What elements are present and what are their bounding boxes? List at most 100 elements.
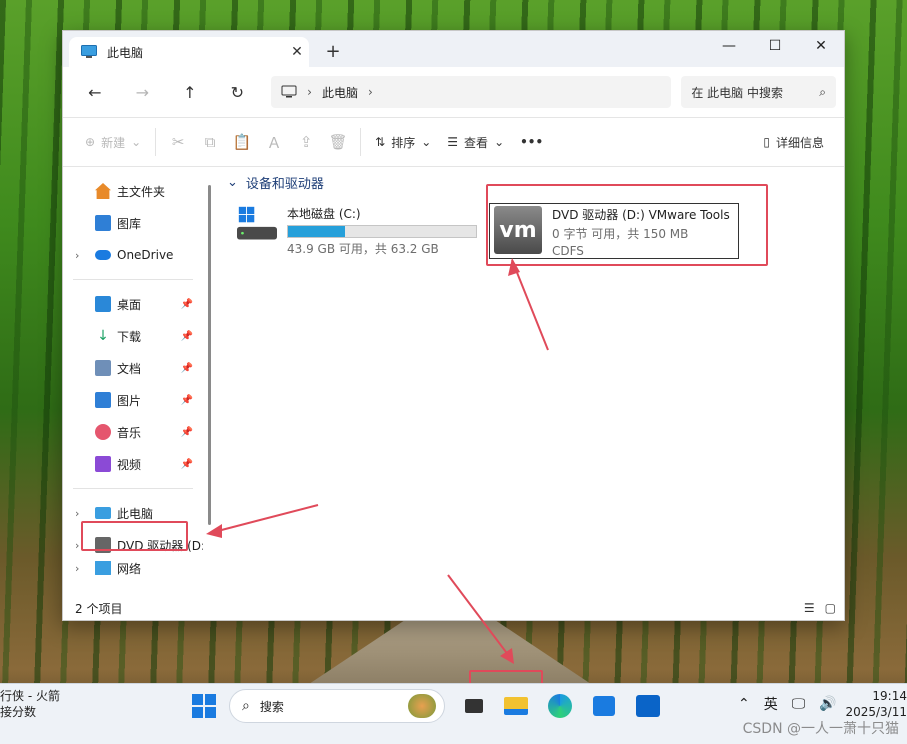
- chevron-right-icon: ›: [307, 85, 312, 99]
- video-icon: [95, 456, 111, 472]
- tiles-view-icon[interactable]: ▢: [825, 601, 836, 615]
- sidebar-item-label: 音乐: [117, 425, 142, 440]
- edge-browser-icon[interactable]: [546, 692, 574, 720]
- share-icon[interactable]: ⇪: [290, 126, 322, 158]
- chevron-right-icon[interactable]: ›: [75, 539, 79, 552]
- cut-icon[interactable]: ✂: [162, 126, 194, 158]
- sidebar-divider: [73, 488, 193, 489]
- highlight-this-pc: [81, 521, 188, 551]
- search-input[interactable]: 在 此电脑 中搜索 ⌕: [681, 76, 836, 108]
- sort-label: 排序: [391, 135, 416, 150]
- sidebar-scrollbar[interactable]: [208, 185, 211, 525]
- rename-icon[interactable]: Ａ: [258, 126, 290, 158]
- forward-arrow-icon[interactable]: →: [119, 76, 167, 108]
- drive-c-space: 43.9 GB 可用，共 63.2 GB: [287, 242, 439, 256]
- minimize-button[interactable]: —: [706, 31, 752, 61]
- view-list-icon: ☰: [447, 135, 459, 149]
- input-method[interactable]: 英: [764, 694, 778, 714]
- delete-icon[interactable]: 🗑: [322, 126, 354, 158]
- widget-line2: 接分数: [0, 705, 37, 719]
- drive-c[interactable]: 本地磁盘 (C:) 43.9 GB 可用，共 63.2 GB: [237, 205, 477, 257]
- pin-icon[interactable]: 📌: [181, 395, 193, 406]
- breadcrumb[interactable]: 此电脑: [322, 84, 358, 101]
- paste-icon[interactable]: 📋: [226, 126, 258, 158]
- sidebar-item-videos[interactable]: 视频 📌: [63, 448, 213, 480]
- volume-icon[interactable]: 🔊: [819, 696, 836, 712]
- status-bar: 2 个项目 ☰ ▢: [63, 596, 844, 620]
- this-pc-icon: [81, 45, 97, 58]
- close-button[interactable]: ✕: [798, 31, 844, 61]
- home-icon: [95, 183, 111, 199]
- maximize-button[interactable]: ☐: [752, 31, 798, 61]
- search-icon: ⌕: [819, 84, 826, 99]
- windows-drive-icon: [237, 206, 277, 240]
- sidebar-item-music[interactable]: 音乐 📌: [63, 416, 213, 448]
- sidebar-item-desktop[interactable]: 桌面 📌: [63, 288, 213, 320]
- drive-c-usage-bar: [287, 225, 477, 238]
- tab-this-pc[interactable]: 此电脑 ✕: [69, 37, 309, 67]
- back-arrow-icon[interactable]: ←: [71, 76, 119, 108]
- new-button[interactable]: ⊕ 新建 ⌄: [77, 126, 149, 158]
- sidebar-item-label: 图库: [117, 216, 142, 231]
- details-view-icon[interactable]: ☰: [804, 601, 815, 615]
- sidebar-item-gallery[interactable]: 图库: [63, 207, 213, 239]
- details-button[interactable]: ▯ 详细信息: [755, 126, 832, 158]
- navigation-bar: ← → ↑ ↻ › 此电脑 › 在 此电脑 中搜索 ⌕: [63, 67, 844, 117]
- taskbar-search[interactable]: ⌕ 搜索: [229, 689, 445, 723]
- sidebar-item-documents[interactable]: 文档 📌: [63, 352, 213, 384]
- chevron-down-icon: ⌄: [494, 135, 505, 149]
- onedrive-cloud-icon: [95, 250, 111, 260]
- sidebar-item-downloads[interactable]: ↓ 下载 📌: [63, 320, 213, 352]
- chevron-down-icon: ⌄: [421, 135, 432, 149]
- sidebar-item-onedrive[interactable]: › OneDrive: [63, 239, 213, 271]
- sidebar-item-pictures[interactable]: 图片 📌: [63, 384, 213, 416]
- monitor-icon: [281, 85, 297, 98]
- more-options-button[interactable]: •••: [512, 126, 551, 158]
- sidebar-item-label: 视频: [117, 457, 142, 472]
- outlook-icon[interactable]: [634, 692, 662, 720]
- view-button[interactable]: ☰ 查看 ⌄: [439, 126, 512, 158]
- drive-c-usage-fill: [288, 226, 346, 237]
- copy-icon[interactable]: ⧉: [194, 126, 226, 158]
- refresh-icon[interactable]: ↻: [214, 76, 262, 108]
- task-view-icon[interactable]: [460, 692, 488, 720]
- sort-button[interactable]: ⇅ 排序 ⌄: [367, 126, 439, 158]
- new-tab-button[interactable]: +: [321, 39, 345, 63]
- tab-title: 此电脑: [107, 45, 144, 60]
- item-count: 2 个项目: [75, 601, 123, 616]
- desktop-icon: [95, 296, 111, 312]
- download-icon: ↓: [97, 328, 109, 344]
- clock[interactable]: 19:14 2025/3/11: [845, 688, 907, 720]
- chevron-right-icon[interactable]: ›: [75, 562, 79, 575]
- picture-icon: [95, 392, 111, 408]
- chevron-down-icon: ⌄: [227, 175, 238, 190]
- sidebar-item-label: 桌面: [117, 297, 142, 312]
- pin-icon[interactable]: 📌: [181, 363, 193, 374]
- file-explorer-taskbar-icon[interactable]: [502, 692, 530, 720]
- details-pane-icon: ▯: [763, 135, 770, 149]
- chevron-up-icon[interactable]: ⌃: [738, 696, 750, 712]
- pin-icon[interactable]: 📌: [181, 299, 193, 310]
- chevron-right-icon[interactable]: ›: [75, 249, 79, 262]
- close-tab-icon[interactable]: ✕: [285, 40, 309, 64]
- pin-icon[interactable]: 📌: [181, 459, 193, 470]
- new-label: 新建: [101, 135, 126, 150]
- windows-start-icon[interactable]: [192, 694, 216, 718]
- sidebar-item-home[interactable]: 主文件夹: [63, 175, 213, 207]
- network-icon[interactable]: 🖵: [792, 696, 806, 712]
- chevron-right-icon[interactable]: ›: [368, 85, 373, 99]
- title-bar: 此电脑 ✕ + — ☐ ✕: [63, 31, 844, 67]
- divider: [155, 128, 157, 156]
- up-arrow-icon[interactable]: ↑: [166, 76, 214, 108]
- weather-widget[interactable]: 行侠 - 火箭 接分数: [0, 688, 60, 720]
- sidebar-item-label: 文档: [117, 361, 142, 376]
- store-icon[interactable]: [590, 692, 618, 720]
- chevron-right-icon[interactable]: ›: [75, 507, 79, 520]
- gallery-icon: [95, 215, 111, 231]
- music-icon: [95, 424, 111, 440]
- pin-icon[interactable]: 📌: [181, 331, 193, 342]
- pin-icon[interactable]: 📌: [181, 427, 193, 438]
- sidebar-item-network[interactable]: › 网络: [63, 561, 213, 575]
- sidebar-item-label: 网络: [117, 561, 142, 576]
- address-bar[interactable]: › 此电脑 ›: [271, 76, 672, 108]
